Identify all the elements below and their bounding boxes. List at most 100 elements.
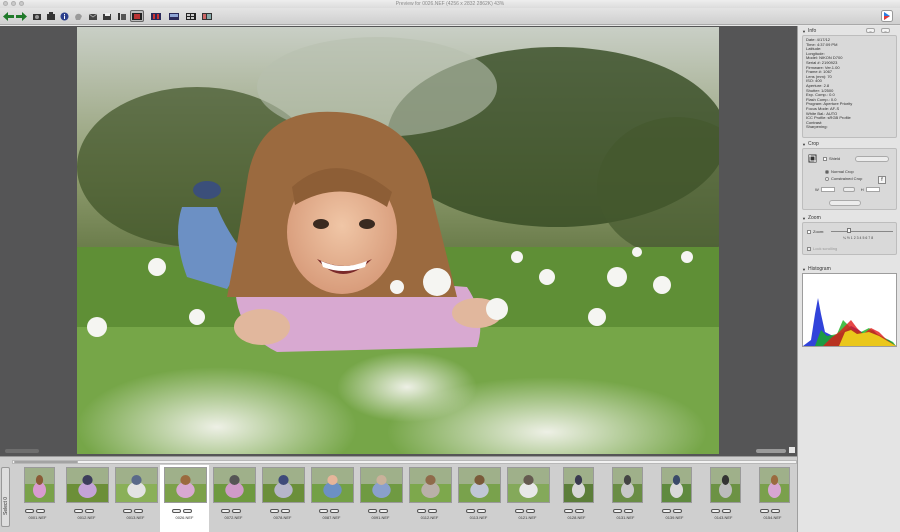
thumbnail-image[interactable] bbox=[115, 467, 158, 503]
thumbnail-image[interactable] bbox=[66, 467, 109, 503]
filmstrip-item[interactable]: 0112.NEF bbox=[405, 465, 454, 532]
filmstrip-item[interactable]: 0012.NEF bbox=[62, 465, 111, 532]
viewer-resize-corner[interactable] bbox=[789, 447, 795, 453]
disclosure-triangle-icon[interactable]: ▼ bbox=[802, 267, 806, 272]
filmstrip-select-tab[interactable]: Select 0 bbox=[1, 467, 10, 527]
filmstrip-item[interactable]: 0143.NEF bbox=[699, 465, 748, 532]
crop-width-field[interactable] bbox=[820, 187, 835, 192]
disclosure-triangle-icon[interactable]: ▼ bbox=[802, 142, 806, 147]
filmstrip-item[interactable]: 0078.NEF bbox=[258, 465, 307, 532]
thumbnail-image[interactable] bbox=[24, 467, 55, 503]
thumbnail-tag-button[interactable] bbox=[183, 509, 192, 513]
filmstrip-item[interactable]: 0154.NEF bbox=[748, 465, 797, 532]
filmstrip-item[interactable]: 0072.NEF bbox=[209, 465, 258, 532]
crop-icon[interactable] bbox=[45, 10, 56, 22]
filmstrip-item[interactable]: 0013.NEF bbox=[111, 465, 160, 532]
crop-option-button[interactable] bbox=[855, 156, 889, 162]
rotate-icon[interactable] bbox=[31, 10, 42, 22]
crop-height-field[interactable] bbox=[865, 187, 880, 192]
info-section-header[interactable]: ▼ Info bbox=[802, 28, 816, 34]
viewer-horizontal-scroll-right[interactable] bbox=[756, 449, 786, 453]
thumbnail-image[interactable] bbox=[360, 467, 403, 503]
thumbnail-tag-button[interactable] bbox=[368, 509, 377, 513]
thumbnail-image[interactable] bbox=[458, 467, 501, 503]
thumbnail-tag-button[interactable] bbox=[270, 509, 279, 513]
normal-crop-option[interactable]: Normal Crop bbox=[825, 169, 854, 174]
app-logo-icon[interactable] bbox=[880, 10, 893, 22]
thumbnail-tag-button[interactable] bbox=[85, 509, 94, 513]
thumbnail-tag-button[interactable] bbox=[74, 509, 83, 513]
info-prev-button[interactable]: – bbox=[866, 28, 875, 33]
lock-scrolling-option[interactable]: Lock scrolling bbox=[807, 246, 837, 251]
layout-selected-icon[interactable] bbox=[130, 10, 144, 22]
thumbnail-tag-button[interactable] bbox=[232, 509, 241, 513]
zoom-slider-track[interactable] bbox=[831, 231, 893, 232]
thumbnail-image[interactable] bbox=[213, 467, 256, 503]
thumbnail-tag-button[interactable] bbox=[417, 509, 426, 513]
info-icon[interactable] bbox=[59, 10, 70, 22]
layout-compare-icon[interactable] bbox=[149, 10, 162, 22]
thumbnail-tag-button[interactable] bbox=[526, 509, 535, 513]
viewer-horizontal-scroll-left[interactable] bbox=[5, 449, 39, 453]
mail-icon[interactable] bbox=[87, 10, 98, 22]
thumbnail-tag-button[interactable] bbox=[221, 509, 230, 513]
filmstrip-item[interactable]: 0131.NEF bbox=[601, 465, 650, 532]
lock-scrolling-checkbox[interactable] bbox=[807, 246, 811, 251]
disclosure-triangle-icon[interactable]: ▼ bbox=[802, 29, 806, 34]
constrained-crop-option[interactable]: Constrained Crop bbox=[825, 176, 862, 181]
thumbnail-tag-button[interactable] bbox=[36, 509, 45, 513]
layout-single-icon[interactable] bbox=[116, 10, 127, 22]
constrained-crop-radio[interactable] bbox=[825, 176, 829, 181]
thumbnail-tag-button[interactable] bbox=[319, 509, 328, 513]
back-arrow-icon[interactable] bbox=[3, 10, 14, 22]
crop-section-header[interactable]: ▼ Crop bbox=[802, 141, 819, 147]
thumbnail-image[interactable] bbox=[759, 467, 790, 503]
thumbnail-tag-button[interactable] bbox=[281, 509, 290, 513]
shield-checkbox[interactable] bbox=[823, 156, 827, 161]
filmstrip-item[interactable]: 0113.NEF bbox=[454, 465, 503, 532]
thumbnail-tag-button[interactable] bbox=[134, 509, 143, 513]
thumbnail-image[interactable] bbox=[311, 467, 354, 503]
layout-film-icon[interactable] bbox=[167, 10, 180, 22]
thumbnail-tag-button[interactable] bbox=[466, 509, 475, 513]
filmstrip-item[interactable]: 0091.NEF bbox=[356, 465, 405, 532]
thumbnail-tag-button[interactable] bbox=[771, 509, 780, 513]
crop-tool-icon[interactable] bbox=[808, 154, 817, 163]
histogram-section-header[interactable]: ▼ Histogram bbox=[802, 266, 831, 272]
thumbnail-image[interactable] bbox=[409, 467, 452, 503]
hand-icon[interactable] bbox=[73, 10, 84, 22]
filmstrip-item[interactable]: 0139.NEF bbox=[650, 465, 699, 532]
folder-icon[interactable] bbox=[101, 10, 112, 22]
thumbnail-tag-button[interactable] bbox=[172, 509, 181, 513]
forward-arrow-icon[interactable] bbox=[16, 10, 27, 22]
thumbnail-tag-button[interactable] bbox=[711, 509, 720, 513]
thumbnail-tag-button[interactable] bbox=[515, 509, 524, 513]
filmstrip-item[interactable]: 0087.NEF bbox=[307, 465, 356, 532]
thumbnail-tag-button[interactable] bbox=[330, 509, 339, 513]
filmstrip-item[interactable]: 0128.NEF bbox=[552, 465, 601, 532]
crop-swap-button[interactable]: f bbox=[878, 176, 886, 184]
thumbnail-tag-button[interactable] bbox=[564, 509, 573, 513]
thumbnail-tag-button[interactable] bbox=[575, 509, 584, 513]
thumbnail-tag-button[interactable] bbox=[673, 509, 682, 513]
filmstrip-item[interactable]: 0121.NEF bbox=[503, 465, 552, 532]
zoom-checkbox[interactable] bbox=[807, 229, 811, 234]
thumbnail-tag-button[interactable] bbox=[722, 509, 731, 513]
thumbnail-tag-button[interactable] bbox=[477, 509, 486, 513]
thumbnail-image[interactable] bbox=[262, 467, 305, 503]
filmstrip-scrollbar[interactable] bbox=[12, 460, 797, 464]
zoom-section-header[interactable]: ▼ Zoom bbox=[802, 215, 821, 221]
thumbnail-tag-button[interactable] bbox=[662, 509, 671, 513]
thumbnail-image[interactable] bbox=[661, 467, 692, 503]
thumbnail-image[interactable] bbox=[507, 467, 550, 503]
info-next-button[interactable]: – bbox=[881, 28, 890, 33]
filmstrip-item[interactable]: 0026.NEF bbox=[160, 465, 209, 532]
main-photo[interactable] bbox=[77, 27, 719, 454]
thumbnail-tag-button[interactable] bbox=[624, 509, 633, 513]
thumbnail-image[interactable] bbox=[164, 467, 207, 503]
crop-ratio-button[interactable] bbox=[842, 187, 855, 192]
thumbnail-tag-button[interactable] bbox=[428, 509, 437, 513]
thumbnail-tag-button[interactable] bbox=[25, 509, 34, 513]
layout-multi-icon[interactable] bbox=[200, 10, 213, 22]
thumbnail-tag-button[interactable] bbox=[123, 509, 132, 513]
